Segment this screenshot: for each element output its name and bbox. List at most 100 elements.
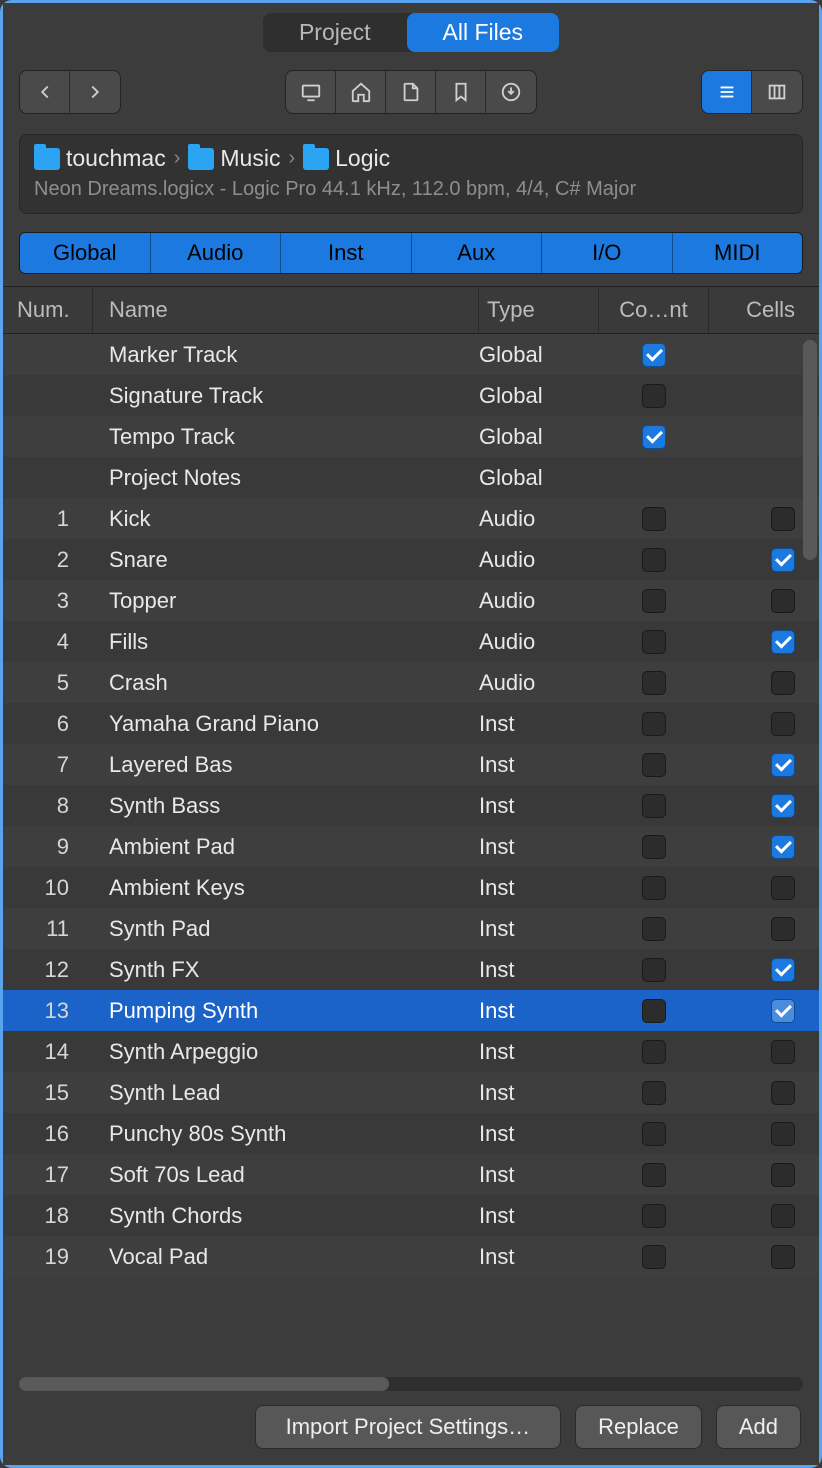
checkbox[interactable] [642, 835, 666, 859]
checkbox[interactable] [642, 589, 666, 613]
replace-button[interactable]: Replace [575, 1405, 702, 1449]
checkbox[interactable] [771, 507, 795, 531]
table-row[interactable]: 11Synth PadInst [3, 908, 819, 949]
checkbox[interactable] [771, 589, 795, 613]
checkbox[interactable] [642, 1245, 666, 1269]
checkbox[interactable] [642, 630, 666, 654]
checkbox[interactable] [642, 712, 666, 736]
checkbox[interactable] [642, 999, 666, 1023]
checkbox[interactable] [642, 671, 666, 695]
checkbox[interactable] [771, 1204, 795, 1228]
checkbox[interactable] [642, 876, 666, 900]
nav-back-button[interactable] [20, 71, 70, 113]
table-row[interactable]: Project NotesGlobal [3, 457, 819, 498]
table-row[interactable]: Signature TrackGlobal [3, 375, 819, 416]
table-row[interactable]: 1KickAudio [3, 498, 819, 539]
table-row[interactable]: 18Synth ChordsInst [3, 1195, 819, 1236]
checkbox[interactable] [771, 671, 795, 695]
add-button[interactable]: Add [716, 1405, 801, 1449]
table-row[interactable]: 12Synth FXInst [3, 949, 819, 990]
table-row[interactable]: 9Ambient PadInst [3, 826, 819, 867]
filter-tab-audio[interactable]: Audio [151, 233, 282, 273]
table-row[interactable]: 15Synth LeadInst [3, 1072, 819, 1113]
table-row[interactable]: 3TopperAudio [3, 580, 819, 621]
checkbox[interactable] [642, 794, 666, 818]
computer-button[interactable] [286, 71, 336, 113]
tab-project[interactable]: Project [263, 13, 407, 52]
checkbox[interactable] [771, 794, 795, 818]
table-row[interactable]: 6Yamaha Grand PianoInst [3, 703, 819, 744]
import-project-settings-button[interactable]: Import Project Settings… [255, 1405, 562, 1449]
checkbox[interactable] [642, 1122, 666, 1146]
breadcrumb-touchmac[interactable]: touchmac [34, 145, 166, 172]
checkbox[interactable] [642, 343, 666, 367]
horizontal-scroll-thumb[interactable] [19, 1377, 389, 1391]
view-columns-button[interactable] [752, 71, 802, 113]
table-row[interactable]: 14Synth ArpeggioInst [3, 1031, 819, 1072]
breadcrumb-logic[interactable]: Logic [303, 145, 390, 172]
column-content[interactable]: Co…nt [599, 287, 709, 333]
breadcrumb-music[interactable]: Music [188, 145, 280, 172]
checkbox[interactable] [642, 548, 666, 572]
cell-num: 11 [3, 916, 93, 942]
vertical-scrollbar[interactable] [803, 340, 817, 1373]
tab-all-files[interactable]: All Files [407, 13, 560, 52]
home-button[interactable] [336, 71, 386, 113]
projects-button[interactable] [386, 71, 436, 113]
cell-name: Ambient Keys [93, 875, 479, 901]
cell-num: 3 [3, 588, 93, 614]
filter-tab-io[interactable]: I/O [542, 233, 673, 273]
vertical-scroll-thumb[interactable] [803, 340, 817, 560]
checkbox[interactable] [771, 630, 795, 654]
table-row[interactable]: 4FillsAudio [3, 621, 819, 662]
table-row[interactable]: 13Pumping SynthInst [3, 990, 819, 1031]
filter-tab-midi[interactable]: MIDI [673, 233, 803, 273]
view-list-button[interactable] [702, 71, 752, 113]
filter-tab-inst[interactable]: Inst [281, 233, 412, 273]
horizontal-scrollbar[interactable] [19, 1377, 803, 1391]
table-row[interactable]: Marker TrackGlobal [3, 334, 819, 375]
checkbox[interactable] [642, 1204, 666, 1228]
checkbox[interactable] [771, 1081, 795, 1105]
checkbox[interactable] [771, 1163, 795, 1187]
checkbox[interactable] [771, 999, 795, 1023]
checkbox[interactable] [642, 1163, 666, 1187]
checkbox[interactable] [642, 917, 666, 941]
table-row[interactable]: 16Punchy 80s SynthInst [3, 1113, 819, 1154]
table-row[interactable]: 17Soft 70s LeadInst [3, 1154, 819, 1195]
checkbox[interactable] [642, 1040, 666, 1064]
checkbox[interactable] [642, 425, 666, 449]
checkbox[interactable] [771, 1122, 795, 1146]
checkbox[interactable] [642, 507, 666, 531]
column-type[interactable]: Type [479, 287, 599, 333]
checkbox[interactable] [771, 712, 795, 736]
checkbox[interactable] [771, 958, 795, 982]
table-row[interactable]: 8Synth BassInst [3, 785, 819, 826]
checkbox[interactable] [771, 753, 795, 777]
column-name[interactable]: Name [93, 287, 479, 333]
checkbox[interactable] [771, 835, 795, 859]
bookmarks-button[interactable] [436, 71, 486, 113]
checkbox[interactable] [771, 917, 795, 941]
checkbox[interactable] [771, 876, 795, 900]
checkbox[interactable] [771, 1245, 795, 1269]
checkbox[interactable] [771, 548, 795, 572]
table-row[interactable]: 2SnareAudio [3, 539, 819, 580]
table-row[interactable]: 19Vocal PadInst [3, 1236, 819, 1277]
filter-tab-aux[interactable]: Aux [412, 233, 543, 273]
nav-forward-button[interactable] [70, 71, 120, 113]
downloads-button[interactable] [486, 71, 536, 113]
column-cells[interactable]: Cells [709, 287, 819, 333]
checkbox[interactable] [771, 1040, 795, 1064]
checkbox[interactable] [642, 1081, 666, 1105]
table-row[interactable]: 5CrashAudio [3, 662, 819, 703]
table-row[interactable]: Tempo TrackGlobal [3, 416, 819, 457]
table-row[interactable]: 7Layered BasInst [3, 744, 819, 785]
checkbox[interactable] [642, 753, 666, 777]
checkbox[interactable] [642, 384, 666, 408]
filter-tab-global[interactable]: Global [20, 233, 151, 273]
breadcrumb-label: Logic [335, 145, 390, 172]
table-row[interactable]: 10Ambient KeysInst [3, 867, 819, 908]
column-num[interactable]: Num. [3, 287, 93, 333]
checkbox[interactable] [642, 958, 666, 982]
